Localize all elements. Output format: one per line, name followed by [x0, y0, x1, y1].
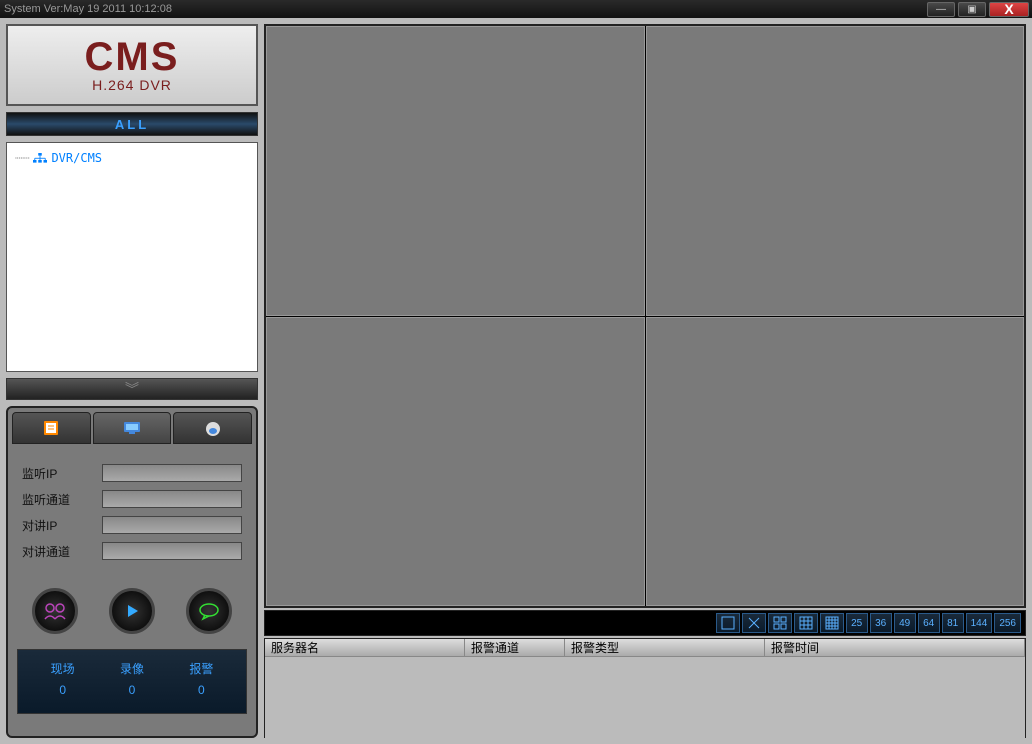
status-value-record: 0: [97, 683, 166, 697]
status-box: 现场 录像 报警 0 0 0: [17, 649, 247, 714]
layout-144-button[interactable]: 144: [966, 613, 993, 633]
speech-icon: [197, 601, 221, 621]
alarm-col-time[interactable]: 报警时间: [765, 639, 1025, 656]
video-cell-2[interactable]: [646, 26, 1025, 316]
window-controls: — ▣ X: [927, 2, 1032, 17]
alarm-body[interactable]: [265, 657, 1025, 739]
tree-item-dvr[interactable]: ┈┈ DVR/CMS: [15, 151, 249, 165]
layout-toolbar: 25 36 49 64 81 144 256: [264, 610, 1026, 636]
notebook-icon: [41, 419, 61, 437]
input-listen-channel[interactable]: [102, 490, 242, 508]
alarm-header: 服务器名 报警通道 报警类型 报警时间: [265, 639, 1025, 657]
play-button[interactable]: [109, 588, 155, 634]
titlebar-text: System Ver:May 19 2011 10:12:08: [4, 3, 927, 15]
control-panel: 监听IP 监听通道 对讲IP 对讲通道: [6, 406, 258, 738]
layout-49-button[interactable]: 49: [894, 613, 916, 633]
minimize-button[interactable]: —: [927, 2, 955, 17]
titlebar: System Ver:May 19 2011 10:12:08 — ▣ X: [0, 0, 1032, 18]
video-cell-4[interactable]: [646, 317, 1025, 607]
grid3-icon: [799, 616, 813, 630]
right-panel: 25 36 49 64 81 144 256 服务器名 报警通道 报警类型 报警…: [264, 24, 1026, 738]
round-buttons: [12, 578, 252, 644]
dome-camera-icon: [203, 419, 223, 437]
tab-log[interactable]: [12, 412, 91, 444]
form-area: 监听IP 监听通道 对讲IP 对讲通道: [12, 444, 252, 578]
input-talk-channel[interactable]: [102, 542, 242, 560]
status-label-live: 现场: [28, 660, 97, 677]
tab-monitor[interactable]: [93, 412, 172, 444]
logo-subtitle: H.264 DVR: [92, 77, 172, 93]
layout-25-button[interactable]: 25: [846, 613, 868, 633]
square-icon: [721, 616, 735, 630]
fullscreen-button[interactable]: [742, 613, 766, 633]
grid2-icon: [773, 616, 787, 630]
main-container: CMS H.264 DVR ALL ┈┈ DVR/CMS ︾: [0, 18, 1032, 744]
all-button[interactable]: ALL: [6, 112, 258, 136]
input-listen-ip[interactable]: [102, 464, 242, 482]
collapse-button[interactable]: ︾: [6, 378, 258, 400]
network-icon: [33, 152, 47, 164]
close-button[interactable]: X: [989, 2, 1029, 17]
alarm-panel: 服务器名 报警通道 报警类型 报警时间: [264, 638, 1026, 738]
logo-title: CMS: [85, 37, 180, 77]
status-label-alarm: 报警: [167, 660, 236, 677]
tree-item-label: DVR/CMS: [51, 151, 102, 165]
chat-button[interactable]: [186, 588, 232, 634]
layout-36-button[interactable]: 36: [870, 613, 892, 633]
expand-icon: [747, 616, 761, 630]
left-sidebar: CMS H.264 DVR ALL ┈┈ DVR/CMS ︾: [6, 24, 258, 738]
input-talk-ip[interactable]: [102, 516, 242, 534]
label-talk-ip: 对讲IP: [22, 517, 102, 534]
label-talk-channel: 对讲通道: [22, 543, 102, 560]
video-cell-1[interactable]: [266, 26, 645, 316]
grid4-icon: [825, 616, 839, 630]
layout-256-button[interactable]: 256: [994, 613, 1021, 633]
layout-4-button[interactable]: [768, 613, 792, 633]
status-label-record: 录像: [97, 660, 166, 677]
alarm-col-type[interactable]: 报警类型: [565, 639, 765, 656]
layout-16-button[interactable]: [820, 613, 844, 633]
video-cell-3[interactable]: [266, 317, 645, 607]
layout-1-button[interactable]: [716, 613, 740, 633]
alarm-col-server[interactable]: 服务器名: [265, 639, 465, 656]
device-tree[interactable]: ┈┈ DVR/CMS: [6, 142, 258, 372]
label-listen-ip: 监听IP: [22, 465, 102, 482]
tab-ptz[interactable]: [173, 412, 252, 444]
layout-81-button[interactable]: 81: [942, 613, 964, 633]
people-icon: [42, 601, 68, 621]
chevron-down-icon: ︾: [125, 379, 139, 399]
status-value-live: 0: [28, 683, 97, 697]
logo-box: CMS H.264 DVR: [6, 24, 258, 106]
play-icon: [122, 601, 142, 621]
tree-connector: ┈┈: [15, 151, 29, 165]
talk-button[interactable]: [32, 588, 78, 634]
video-grid[interactable]: [264, 24, 1026, 608]
monitor-icon: [122, 419, 142, 437]
tab-row: [12, 412, 252, 444]
label-listen-channel: 监听通道: [22, 491, 102, 508]
layout-9-button[interactable]: [794, 613, 818, 633]
maximize-button[interactable]: ▣: [958, 2, 986, 17]
layout-64-button[interactable]: 64: [918, 613, 940, 633]
status-value-alarm: 0: [167, 683, 236, 697]
alarm-col-channel[interactable]: 报警通道: [465, 639, 565, 656]
